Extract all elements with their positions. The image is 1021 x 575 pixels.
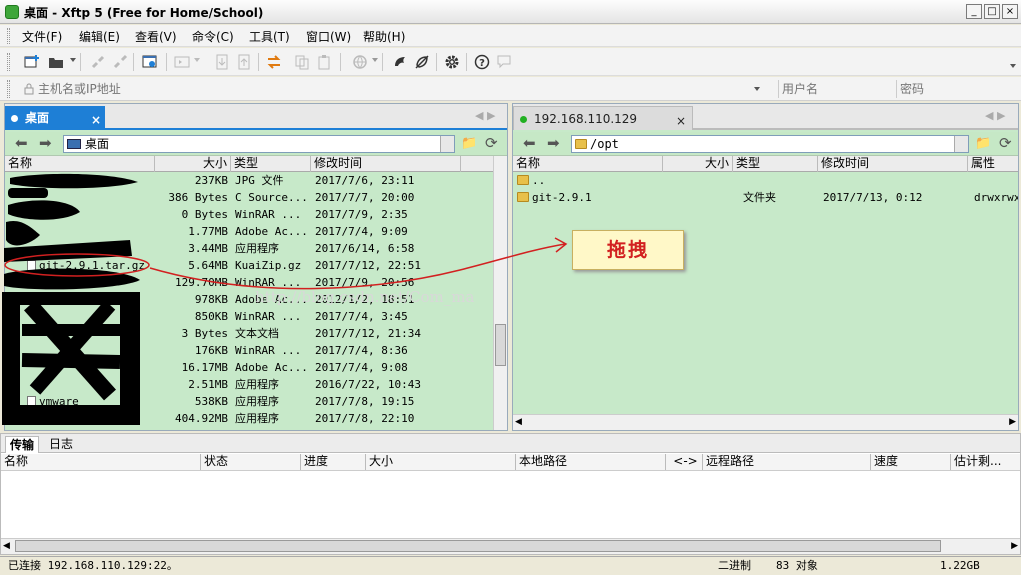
status-mode: 二进制: [718, 559, 751, 572]
xfer-col-eta[interactable]: 估计剩...: [951, 454, 1020, 470]
redaction-scribble: [2, 173, 140, 425]
tab-log[interactable]: 日志: [45, 436, 77, 453]
callout-box: 拖拽: [572, 230, 684, 270]
transfer-hscroll[interactable]: ◀ ▶: [1, 538, 1020, 554]
drag-arrow: [149, 243, 566, 290]
status-bar: 已连接 192.168.110.129:22。 二进制 83 对象 1.22GB: [0, 556, 1021, 575]
xfer-col-status[interactable]: 状态: [201, 454, 301, 470]
status-size: 1.22GB: [940, 559, 980, 572]
xfer-col-name[interactable]: 名称: [1, 454, 201, 470]
tab-transfer[interactable]: 传输: [5, 436, 40, 453]
xfer-col-progress[interactable]: 进度: [301, 454, 366, 470]
transfer-header: 名称 状态 进度 大小 本地路径 <-> 远程路径 速度 估计剩...: [1, 454, 1020, 471]
callout-text: 拖拽: [606, 239, 649, 261]
xfer-col-direction[interactable]: <->: [666, 454, 703, 470]
scroll-right-icon[interactable]: ▶: [1011, 541, 1018, 551]
transfer-pane: 传输 日志 名称 状态 进度 大小 本地路径 <-> 远程路径 速度 估计剩..…: [0, 433, 1021, 555]
watermark-text: http://blog.csdn.net/Com_ma: [255, 288, 474, 306]
status-connection: 已连接 192.168.110.129:22。: [8, 559, 178, 572]
xfer-col-size[interactable]: 大小: [366, 454, 516, 470]
transfer-hscroll-thumb[interactable]: [15, 540, 941, 552]
transfer-tabs: 传输 日志: [1, 434, 1020, 453]
xfer-col-local[interactable]: 本地路径: [516, 454, 666, 470]
scroll-left-icon[interactable]: ◀: [3, 541, 10, 551]
xfer-col-speed[interactable]: 速度: [871, 454, 951, 470]
status-objects: 83 对象: [776, 559, 818, 572]
xfer-col-remote[interactable]: 远程路径: [703, 454, 871, 470]
